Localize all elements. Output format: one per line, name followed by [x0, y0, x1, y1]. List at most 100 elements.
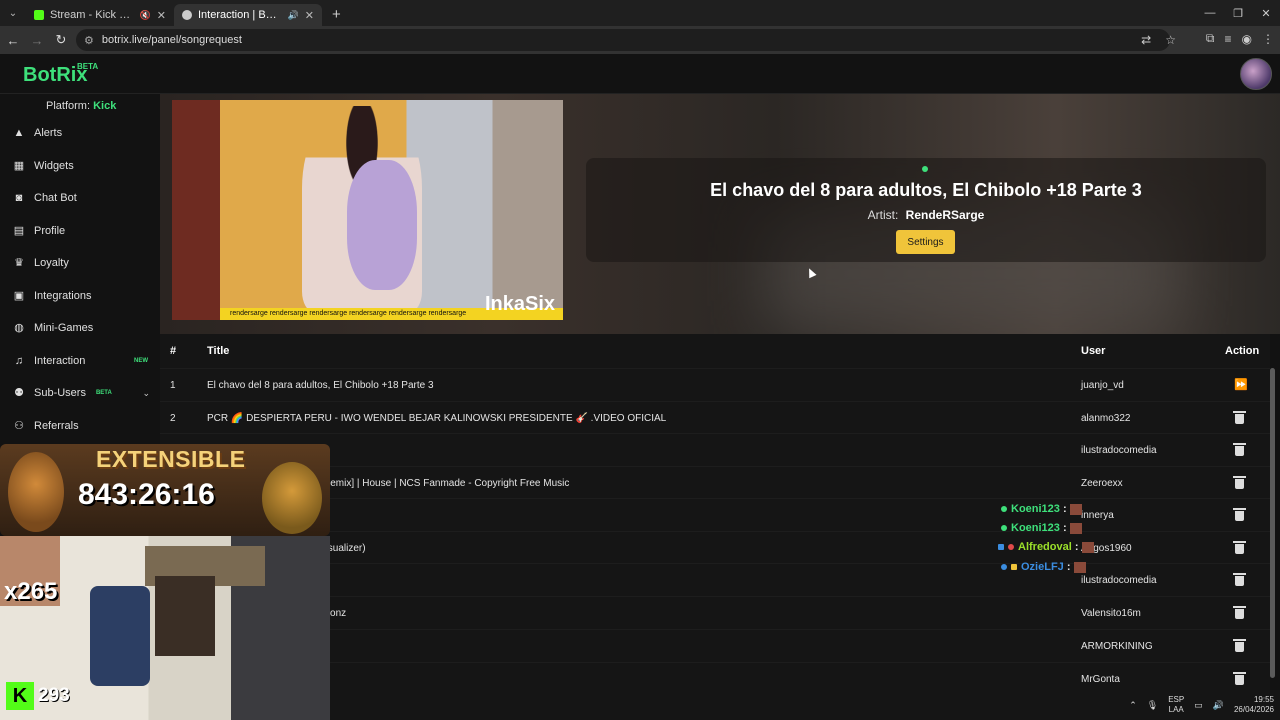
chat-badge-icon — [1001, 506, 1007, 512]
address-bar[interactable]: ⚙ botrix.live/panel/songrequest — [76, 29, 1170, 51]
requester-cell: juanjo_vd — [1081, 380, 1124, 391]
delete-song-icon[interactable] — [1233, 672, 1246, 685]
forward-button[interactable]: → — [26, 33, 48, 48]
skip-song-icon[interactable]: ⏩ — [1234, 378, 1248, 392]
mascot-left — [8, 452, 64, 532]
sidebar-item-mini-games[interactable]: ◍ Mini-Games — [0, 313, 158, 343]
sidebar-item-alerts[interactable]: ▲ Alerts — [0, 118, 158, 148]
sidebar-item-sub-users[interactable]: ⚉ Sub-Users BETA ⌄ — [0, 378, 158, 408]
sidebar-item-profile[interactable]: ▤ Profile — [0, 216, 158, 246]
song-title-cell: PCR 🌈 DESPIERTA PERU - IWO WENDEL BEJAR … — [207, 413, 667, 424]
site-info-icon[interactable]: ⚙ — [84, 34, 94, 47]
close-tab-icon[interactable]: ✕ — [157, 9, 166, 22]
sidebar-item-label: Integrations — [34, 290, 92, 302]
sidebar-item-referrals[interactable]: ⚇ Referrals — [0, 411, 158, 441]
lang-bottom: LAA — [1168, 705, 1184, 714]
delete-song-icon[interactable] — [1233, 508, 1246, 521]
browser-menu-icon[interactable]: ⋮ — [1262, 32, 1274, 46]
table-scrollbar[interactable] — [1270, 368, 1275, 678]
platform-label: Platform: — [46, 100, 91, 112]
mute-icon[interactable]: 🔇 — [140, 10, 151, 21]
microphone-icon[interactable]: 🎙 — [1147, 700, 1158, 711]
chat-badge-icon — [1008, 544, 1014, 550]
requester-cell: Zeeroexx — [1081, 478, 1123, 489]
language-indicator[interactable]: ESP LAA — [1168, 695, 1184, 715]
audio-icon[interactable]: 🔊 — [288, 10, 299, 21]
tab-botrix-interaction[interactable]: Interaction | BotRix — Clou 🔊 ✕ — [174, 4, 322, 26]
extensions-icon[interactable]: ⧉ — [1206, 31, 1215, 46]
chat-username: Alfredoval — [1018, 541, 1072, 553]
media-icon[interactable]: ≡ — [1225, 32, 1232, 46]
sidebar-item-chat-bot[interactable]: ◙ Chat Bot — [0, 183, 158, 213]
song-artist: Artist: RendeRSarge — [586, 208, 1266, 222]
sidebar-item-widgets[interactable]: ▦ Widgets — [0, 151, 158, 181]
taskbar-clock[interactable]: 19:55 26/04/2026 — [1234, 695, 1274, 715]
chat-badge-icon — [1001, 525, 1007, 531]
volume-icon[interactable]: 🔊 — [1213, 700, 1224, 711]
platform-value: Kick — [93, 100, 117, 112]
sidebar-item-loyalty[interactable]: ♛ Loyalty — [0, 248, 158, 278]
tray-expand-icon[interactable]: ⌃ — [1129, 700, 1137, 711]
back-button[interactable]: ← — [2, 33, 24, 48]
tab-search-icon[interactable]: ⌄ — [0, 8, 26, 19]
close-tab-icon[interactable]: ✕ — [305, 9, 314, 22]
tab-label: Interaction | BotRix — Clou — [198, 9, 282, 21]
requester-cell: alanmo322 — [1081, 413, 1131, 424]
delete-song-icon[interactable] — [1233, 606, 1246, 619]
users-icon: ⚉ — [14, 387, 24, 399]
delete-song-icon[interactable] — [1233, 443, 1246, 456]
network-icon[interactable]: ▭ — [1194, 700, 1203, 711]
sidebar-item-interaction[interactable]: ♫ Interaction NEW — [0, 346, 158, 376]
new-tab-button[interactable]: + — [322, 6, 351, 23]
chat-username: OzieLFJ — [1021, 561, 1064, 573]
plug-icon: ▣ — [13, 290, 25, 302]
header-title: Title — [207, 345, 230, 357]
delete-song-icon[interactable] — [1233, 541, 1246, 554]
maximize-button[interactable]: ❐ — [1224, 7, 1252, 20]
clock-date: 26/04/2026 — [1233, 705, 1274, 714]
requester-cell: ilustradocomedia — [1081, 445, 1157, 456]
beta-badge: BETA — [95, 390, 112, 396]
table-row: 1 El chavo del 8 para adultos, El Chibolo… — [160, 368, 1270, 401]
translate-icon[interactable]: ⇄ — [1141, 33, 1151, 47]
video-thumbnail[interactable]: rendersarge rendersarge rendersarge rend… — [172, 100, 563, 320]
profile-icon[interactable]: ◉ — [1242, 32, 1252, 46]
sidebar-item-label: Interaction — [34, 355, 86, 367]
artist-label: Artist: — [867, 208, 899, 222]
botrix-logo[interactable]: BotRix BETA — [23, 62, 98, 87]
minimize-button[interactable]: — — [1196, 7, 1224, 19]
delete-song-icon[interactable] — [1233, 411, 1246, 424]
chat-emote-icon — [1073, 561, 1086, 573]
chat-separator: : — [1062, 522, 1067, 534]
sidebar-item-label: Profile — [34, 225, 66, 237]
clock-time: 19:55 — [1253, 695, 1274, 704]
multiplier-badge: x265 — [4, 578, 58, 605]
close-window-button[interactable]: ✕ — [1252, 7, 1280, 20]
chat-username: Koeni123 — [1011, 522, 1060, 534]
sidebar-item-label: Mini-Games — [34, 322, 94, 334]
live-status-dot — [922, 166, 928, 172]
chevron-down-icon[interactable]: ⌄ — [142, 388, 150, 399]
url-text: botrix.live/panel/songrequest — [101, 34, 242, 46]
requester-cell: MrGonta — [1081, 674, 1120, 685]
tab-kick-dashboard[interactable]: Stream - Kick Dashboard 🔇 ✕ — [26, 4, 174, 26]
settings-button[interactable]: Settings — [896, 230, 955, 254]
timer-banner: EXTENSIBLE — [96, 446, 246, 472]
user-avatar[interactable] — [1240, 58, 1272, 90]
botrix-favicon-icon — [182, 10, 192, 20]
trophy-icon: ♛ — [14, 257, 24, 269]
sidebar-item-integrations[interactable]: ▣ Integrations — [0, 281, 158, 311]
chat-message: Alfredoval : — [998, 541, 1094, 553]
reload-button[interactable]: ↻ — [50, 32, 72, 48]
chat-separator: : — [1066, 561, 1071, 573]
chat-separator: : — [1062, 503, 1067, 515]
sidebar-item-label: Chat Bot — [34, 192, 77, 204]
delete-song-icon[interactable] — [1233, 476, 1246, 489]
delete-song-icon[interactable] — [1233, 639, 1246, 652]
bookmark-star-icon[interactable]: ☆ — [1165, 33, 1176, 47]
song-title: El chavo del 8 para adultos, El Chibolo … — [710, 180, 1142, 200]
address-actions: ⇄ ☆ — [1141, 33, 1176, 47]
delete-song-icon[interactable] — [1233, 573, 1246, 586]
user-group-icon: ⚇ — [14, 420, 24, 432]
kick-logo-icon: K — [6, 682, 34, 710]
